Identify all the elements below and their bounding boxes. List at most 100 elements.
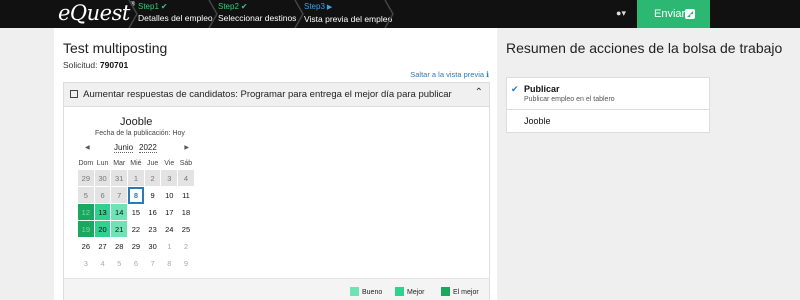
share-icon <box>685 9 695 19</box>
legend-swatch <box>350 287 359 296</box>
calendar-day: 1 <box>127 169 145 187</box>
skip-to-preview-link[interactable]: Saltar a la vista previa ℹ <box>410 70 489 79</box>
calendar-day[interactable]: 8 <box>127 186 145 204</box>
calendar-day: 8 <box>160 254 179 272</box>
calendar-icon <box>70 90 78 98</box>
step-2[interactable]: Step2 ✔ Seleccionar destinos <box>218 0 296 28</box>
step-divider-4 <box>384 0 394 28</box>
calendar-week: 3456789 <box>77 254 195 272</box>
calendar-day[interactable]: 23 <box>143 220 162 238</box>
calendar-day[interactable]: 15 <box>127 203 145 221</box>
month-select[interactable]: Junio <box>114 143 134 153</box>
calendar-day: 30 <box>93 169 112 187</box>
calendar-day[interactable]: 18 <box>177 203 195 221</box>
calendar-day[interactable]: 21 <box>110 220 129 238</box>
calendar-day: 6 <box>93 186 112 204</box>
calendar-week: 5 6 7 8 9 10 11 <box>77 186 195 204</box>
weekday-header: Mar <box>110 157 129 170</box>
check-icon: ✔ <box>160 2 168 11</box>
legend: Bueno Mejor El mejor <box>64 278 489 300</box>
legend-swatch <box>441 287 450 296</box>
weekday-header: Mié <box>127 157 145 170</box>
legend-item-better: Mejor <box>395 287 425 296</box>
send-button[interactable]: Enviar <box>637 0 710 28</box>
calendar-week: 26 27 28 29 30 1 2 <box>77 237 195 255</box>
top-navbar: eQuest® Step1 ✔ Detalles del empleo Step2… <box>0 0 800 28</box>
publication-date: Fecha de la publicación: Hoy <box>95 130 185 137</box>
legend-swatch <box>395 287 404 296</box>
calendar-day: 29 <box>77 169 95 187</box>
weekday-header: Dom <box>77 157 95 170</box>
calendar-week: 12 13 14 15 16 17 18 <box>77 203 195 221</box>
weekday-header: Lun <box>93 157 112 170</box>
legend-item-good: Bueno <box>350 287 382 296</box>
weekday-header: Sáb <box>177 157 195 170</box>
prev-month-icon[interactable]: ◀ <box>85 144 90 151</box>
calendar-day: 2 <box>177 237 195 255</box>
legend-item-best: El mejor <box>441 287 479 296</box>
calendar-week: 29 30 31 1 2 3 4 <box>77 169 195 187</box>
summary-item-publish[interactable]: ✔ Publicar Publicar empleo en el tablero <box>507 78 709 110</box>
calendar-day: 5 <box>77 186 95 204</box>
calendar-nav: ◀ Junio 2022 ▶ <box>77 141 193 155</box>
year-select[interactable]: 2022 <box>139 143 157 153</box>
calendar-day: 12 <box>77 203 95 221</box>
request-info: Solicitud: 790701 <box>63 60 129 70</box>
next-month-icon[interactable]: ▶ <box>184 144 189 151</box>
user-menu[interactable]: ●▾ <box>616 8 626 19</box>
request-id: 790701 <box>99 60 129 70</box>
calendar-day[interactable]: 9 <box>143 186 162 204</box>
caret-down-icon: ▾ <box>621 8 626 18</box>
calendar-day: 9 <box>177 254 195 272</box>
main-content: Test multiposting Solicitud: 790701 Salt… <box>54 28 497 300</box>
chevron-up-icon[interactable]: ⌃ <box>475 87 483 98</box>
calendar-day: 7 <box>143 254 162 272</box>
calendar-day[interactable]: 20 <box>93 220 112 238</box>
step-divider-1 <box>128 0 138 28</box>
schedule-panel-header[interactable]: Aumentar respuestas de candidatos: Progr… <box>64 83 489 107</box>
calendar-day[interactable]: 22 <box>127 220 145 238</box>
equest-logo[interactable]: eQuest® <box>58 1 136 25</box>
calendar-day: 6 <box>127 254 145 272</box>
calendar-day[interactable]: 29 <box>127 237 145 255</box>
calendar-day[interactable]: 28 <box>110 237 129 255</box>
step-1[interactable]: Step1 ✔ Detalles del empleo <box>138 0 213 28</box>
check-icon: ✔ <box>511 84 519 94</box>
calendar-day: 2 <box>143 169 162 187</box>
weekday-header: Jue <box>143 157 162 170</box>
check-icon: ✔ <box>240 2 248 11</box>
calendar-day[interactable]: 17 <box>160 203 179 221</box>
calendar-day[interactable]: 24 <box>160 220 179 238</box>
calendar-day: 3 <box>160 169 179 187</box>
summary-title: Resumen de acciones de la bolsa de traba… <box>506 40 783 56</box>
calendar-day: 4 <box>93 254 112 272</box>
caret-right-icon: ▶ <box>326 4 333 11</box>
calendar-day[interactable]: 14 <box>110 203 129 221</box>
calendar-day[interactable]: 16 <box>143 203 162 221</box>
calendar-day[interactable]: 27 <box>93 237 112 255</box>
step-divider-3 <box>294 0 304 28</box>
calendar-day: 4 <box>177 169 195 187</box>
calendar-day[interactable]: 11 <box>177 186 195 204</box>
info-icon: ℹ <box>486 70 489 79</box>
calendar-day: 5 <box>110 254 129 272</box>
calendar-day: 19 <box>77 220 95 238</box>
calendar-day: 1 <box>160 237 179 255</box>
calendar-day[interactable]: 25 <box>177 220 195 238</box>
calendar-day[interactable]: 13 <box>93 203 112 221</box>
board-name: Jooble <box>120 116 153 128</box>
calendar-day[interactable]: 26 <box>77 237 95 255</box>
summary-list: ✔ Publicar Publicar empleo en el tablero… <box>506 77 710 133</box>
calendar-day: 31 <box>110 169 129 187</box>
step-3-current[interactable]: Step3 ▶ Vista previa del empleo <box>304 0 392 28</box>
calendar-grid: Dom Lun Mar Mié Jue Vie Sáb 29 30 31 1 2 3 4 5 6 7 8 9 10 1… <box>77 157 195 272</box>
page-title: Test multiposting <box>63 40 168 56</box>
calendar-week: 19 20 21 22 23 24 25 <box>77 220 195 238</box>
summary-item-jooble[interactable]: Jooble <box>507 110 709 132</box>
calendar-day[interactable]: 10 <box>160 186 179 204</box>
schedule-panel: Aumentar respuestas de candidatos: Progr… <box>63 82 490 300</box>
calendar-day: 7 <box>110 186 129 204</box>
calendar-day[interactable]: 30 <box>143 237 162 255</box>
weekday-header: Vie <box>160 157 179 170</box>
step-divider-2 <box>208 0 218 28</box>
